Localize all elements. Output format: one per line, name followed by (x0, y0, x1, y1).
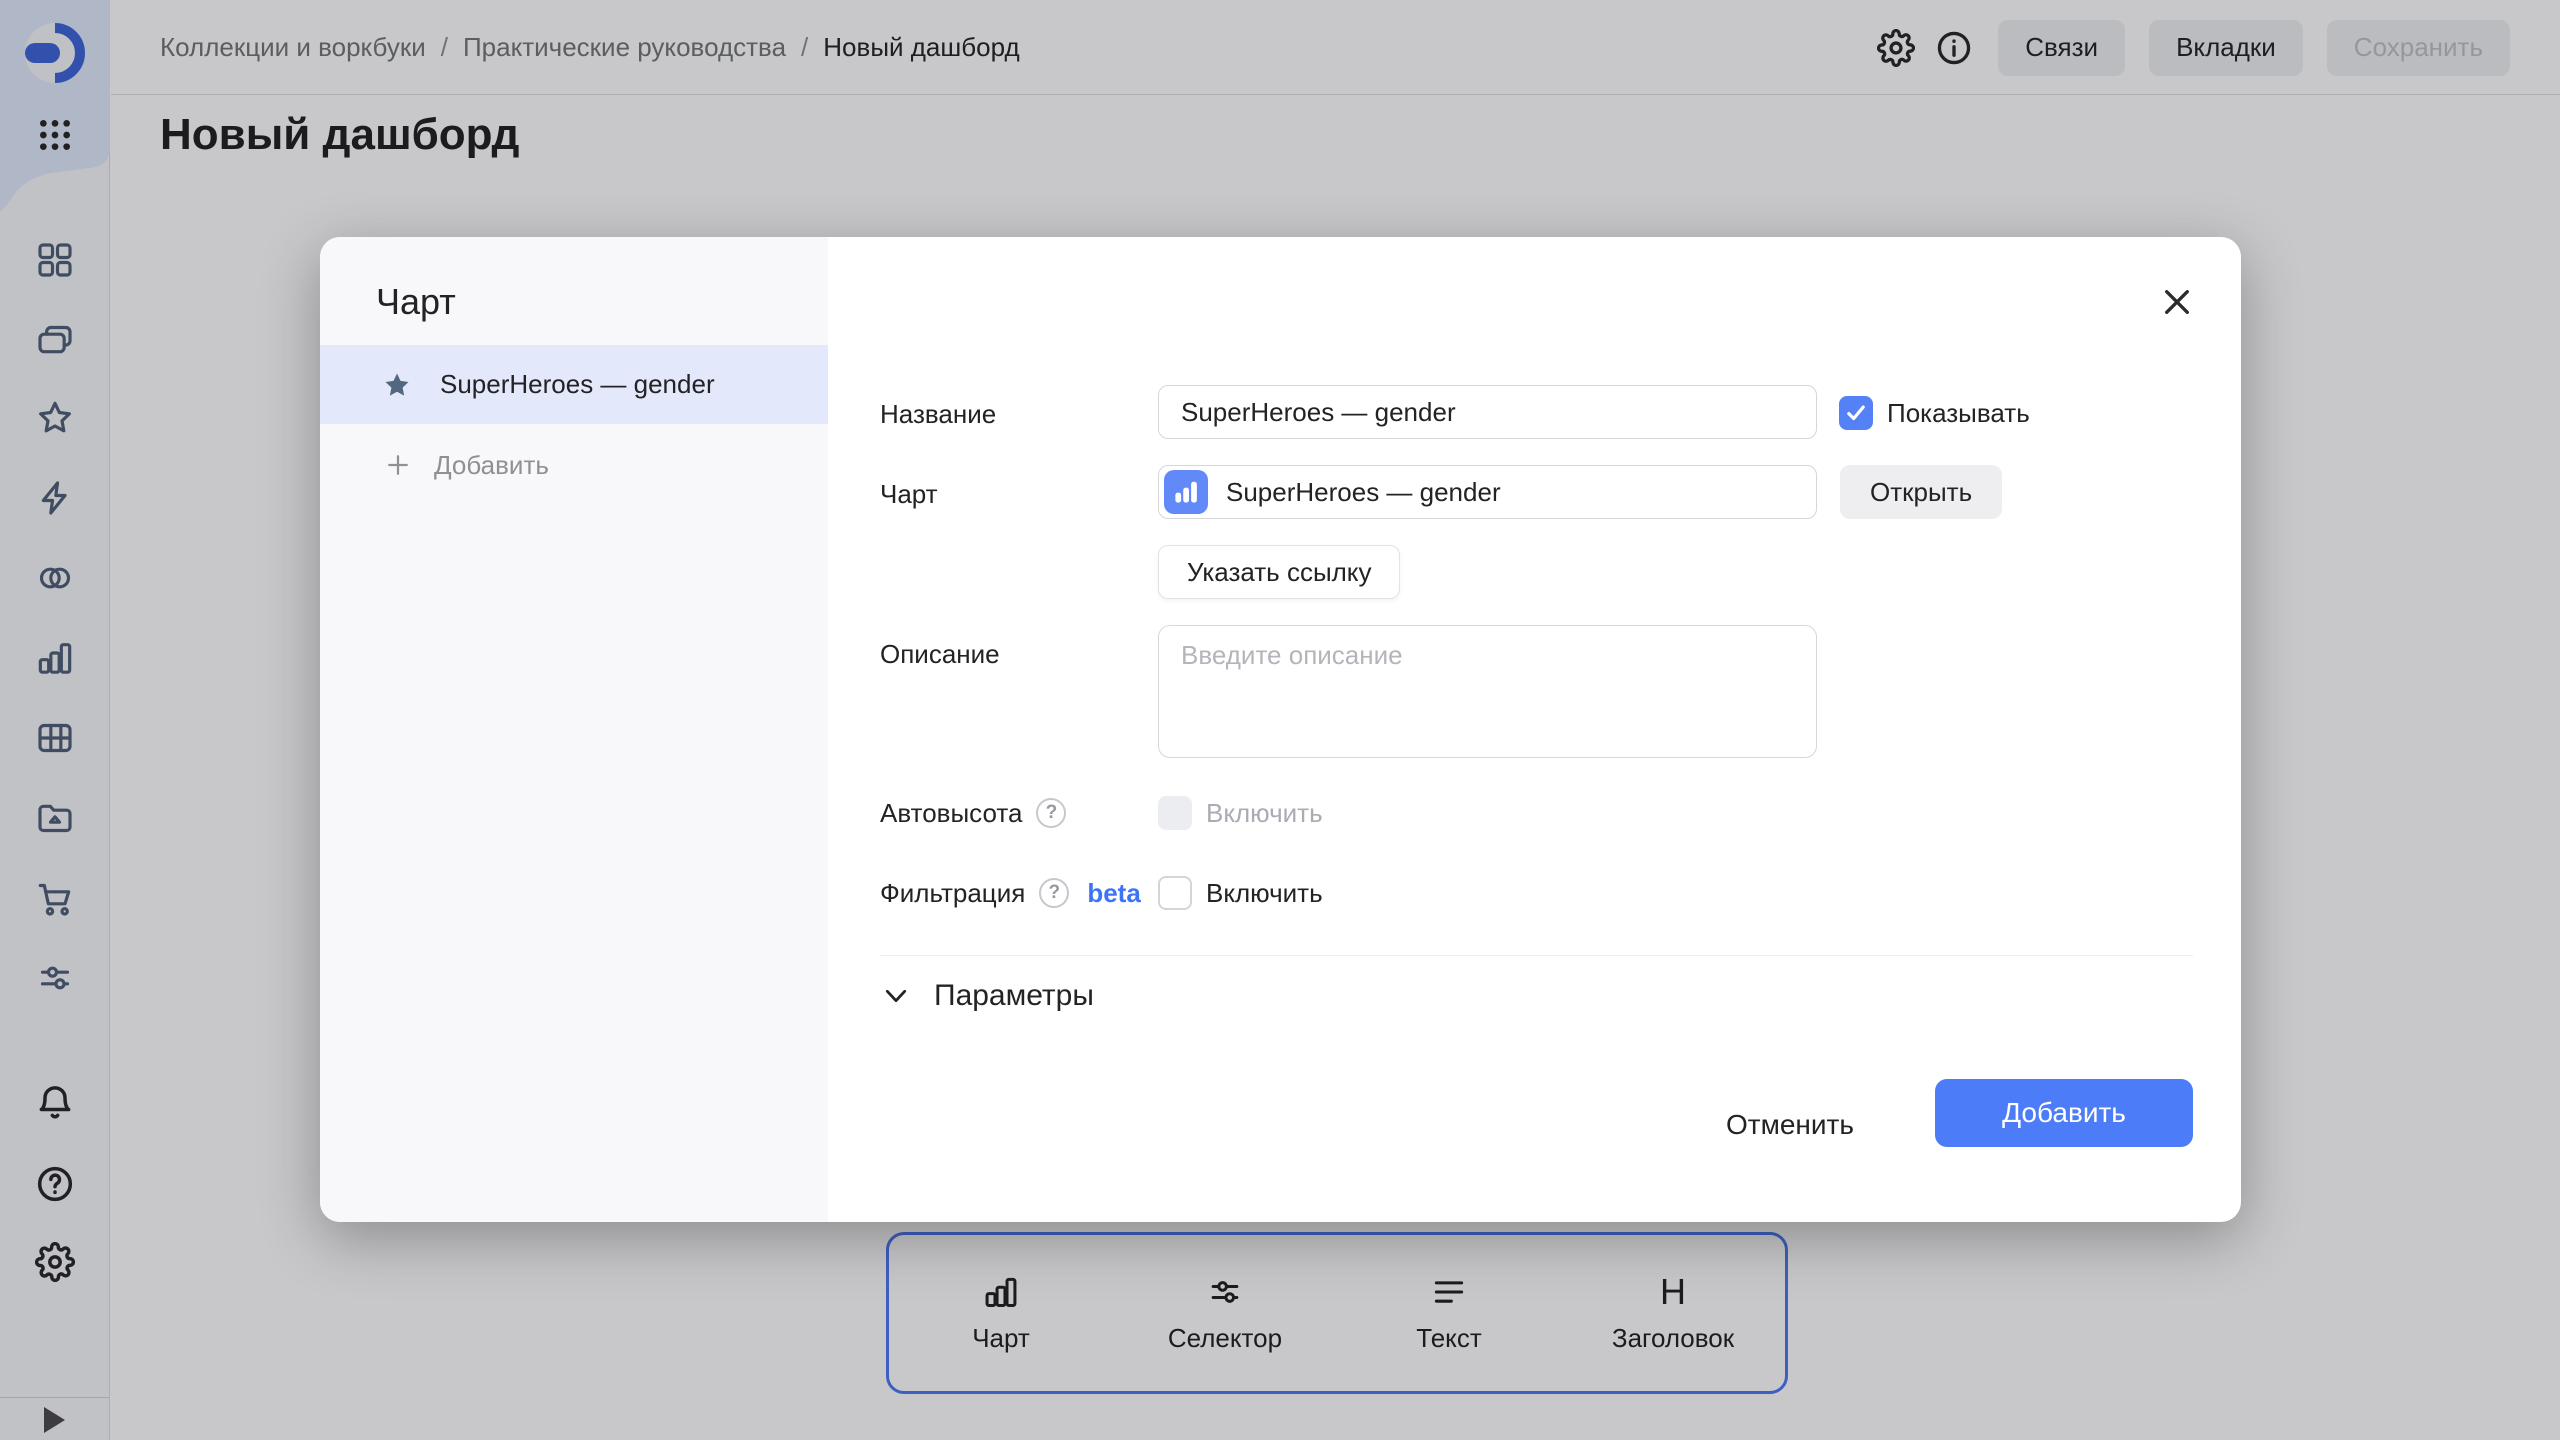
specify-link-button[interactable]: Указать ссылку (1158, 545, 1400, 599)
autoheight-checkbox-label: Включить (1206, 798, 1323, 829)
autoheight-toggle-row: Включить (1158, 795, 1323, 831)
add-chart-dialog: Чарт SuperHeroes — gender Добавить Назва… (320, 237, 2241, 1222)
beta-badge: beta (1087, 878, 1140, 909)
filtering-checkbox-label[interactable]: Включить (1206, 878, 1323, 909)
dialog-title: Чарт (376, 281, 456, 323)
filtering-checkbox[interactable] (1158, 876, 1192, 910)
autoheight-label: Автовысота (880, 798, 1022, 829)
filtering-help-icon[interactable]: ? (1039, 878, 1069, 908)
add-chart-button[interactable]: Добавить (320, 439, 828, 491)
parameters-label: Параметры (934, 979, 1094, 1013)
chevron-down-icon (880, 980, 912, 1012)
chart-select-field[interactable]: SuperHeroes — gender (1158, 465, 1817, 519)
filtering-row: Фильтрация ? beta (880, 875, 1141, 911)
filtering-toggle-row: Включить (1158, 875, 1323, 911)
description-textarea[interactable] (1158, 625, 1817, 758)
parameters-section-toggle[interactable]: Параметры (880, 979, 1094, 1013)
plus-icon (384, 451, 412, 479)
show-checkbox[interactable] (1839, 396, 1873, 430)
close-icon[interactable] (2158, 283, 2196, 321)
autoheight-help-icon[interactable]: ? (1036, 798, 1066, 828)
name-input[interactable] (1158, 385, 1817, 439)
filtering-label: Фильтрация (880, 878, 1025, 909)
form-divider (880, 955, 2193, 956)
dialog-chart-list-panel: Чарт SuperHeroes — gender Добавить (320, 237, 828, 1222)
chart-label: Чарт (880, 479, 938, 510)
show-checkbox-label[interactable]: Показывать (1887, 398, 2030, 429)
open-chart-button[interactable]: Открыть (1840, 465, 2002, 519)
name-label: Название (880, 399, 996, 430)
chart-icon (1164, 470, 1208, 514)
chart-list-item-selected[interactable]: SuperHeroes — gender (320, 345, 828, 424)
chart-list-item-label: SuperHeroes — gender (440, 369, 715, 400)
cancel-button[interactable]: Отменить (1708, 1097, 1872, 1153)
chart-field-value: SuperHeroes — gender (1226, 477, 1501, 508)
add-button[interactable]: Добавить (1935, 1079, 2193, 1147)
dialog-form: Название Показывать Чарт SuperHeroes — g… (828, 237, 2241, 1222)
add-chart-label: Добавить (434, 450, 549, 481)
app-screen: Коллекции и воркбуки / Практические руко… (0, 0, 2560, 1440)
star-icon (382, 370, 412, 400)
autoheight-checkbox[interactable] (1158, 796, 1192, 830)
description-label: Описание (880, 639, 1000, 670)
show-checkbox-row: Показывать (1839, 395, 2030, 431)
autoheight-row: Автовысота ? (880, 795, 1066, 831)
